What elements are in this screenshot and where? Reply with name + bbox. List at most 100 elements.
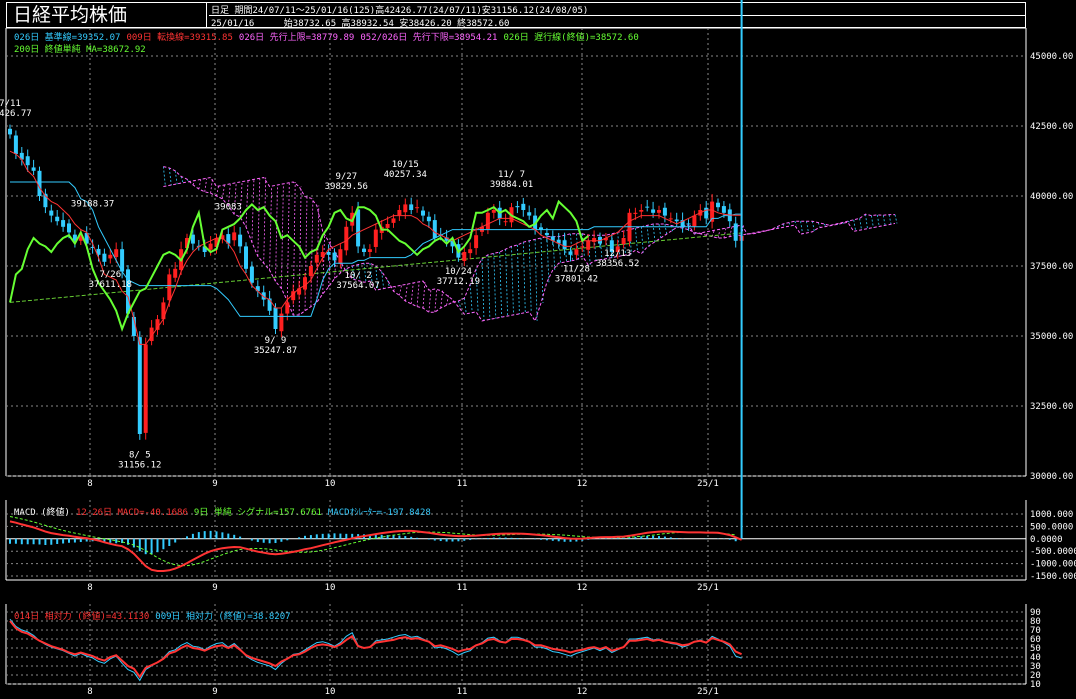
cloud-hatch [635, 228, 638, 251]
cloud-hatch [263, 177, 267, 264]
chart-canvas: 45000.00 42500.00 40000.00 37500.00 35000.00… [0, 0, 1076, 697]
macd-x-tick-label: 9 [212, 583, 217, 593]
candle-body [8, 128, 12, 135]
cloud-hatch [163, 166, 166, 187]
annotation-value: 39188.37 [71, 200, 114, 210]
cloud-hatch [540, 237, 544, 303]
main-x-tick-label: 9 [212, 479, 217, 489]
candle-body [31, 167, 36, 171]
candle-body [55, 216, 60, 222]
annotation-date: 10/24 [445, 267, 472, 277]
candle-body [586, 240, 591, 250]
cloud-hatch [517, 244, 520, 315]
rsi-x-tick-label: 9 [212, 687, 217, 697]
rsi-x-tick-label: 10 [325, 687, 336, 697]
cloud-hatch [658, 223, 662, 240]
annotation-date: 8/ 5 [129, 451, 151, 461]
cloud-hatch [458, 300, 461, 308]
annotation-value: 37712.19 [437, 277, 480, 287]
cloud-hatch [446, 295, 449, 306]
macd-y-tick-label: 500.0000 [1030, 522, 1073, 532]
cloud-hatch [410, 283, 414, 304]
main-y-tick-label: 45000.00 [1030, 52, 1073, 62]
main-y-tick-label: 37500.00 [1030, 262, 1073, 272]
candle-body [662, 207, 667, 216]
candle-body [102, 253, 107, 262]
candle-body [692, 215, 697, 227]
candle-body [326, 252, 331, 255]
cloud-hatch [717, 229, 721, 239]
candle-body [491, 210, 496, 213]
candle-body [639, 210, 644, 212]
macd-signal-line [9, 516, 736, 567]
cloud-hatch [646, 225, 650, 247]
candle-body [544, 232, 549, 236]
main-x-tick-label: 10 [325, 479, 336, 489]
annotation-value: 42426.77 [0, 109, 32, 119]
rsi-x-tick-label: 25/1 [697, 687, 719, 697]
cloud-hatch [788, 222, 792, 227]
candle-body [362, 248, 366, 252]
candle-body [716, 202, 720, 208]
annotation-value: 40257.34 [384, 170, 427, 180]
cloud-hatch [168, 167, 172, 186]
candle-body [432, 220, 437, 238]
cloud-hatch [257, 178, 261, 257]
candle-body [704, 207, 709, 219]
candle-body [208, 243, 213, 250]
cloud-hatch [853, 219, 857, 232]
candle-body [273, 307, 278, 329]
candle-body [668, 218, 673, 220]
annotation-value: 39083 [215, 203, 242, 213]
candle-body [421, 210, 425, 216]
main-y-tick-label: 40000.00 [1030, 192, 1073, 202]
cloud-hatch [404, 284, 408, 302]
candle-body [426, 216, 431, 222]
candle-body [108, 254, 113, 259]
candle-body [167, 274, 172, 301]
cloud-hatch [499, 251, 503, 318]
annotation-date: 7/11 [0, 99, 21, 109]
cloud-hatch [463, 298, 467, 315]
candle-body [391, 218, 396, 223]
main-y-tick-label: 32500.00 [1030, 402, 1073, 412]
cloud-hatch [522, 242, 526, 314]
annotation-value: 31156.12 [118, 461, 161, 471]
cloud-hatch [888, 214, 892, 225]
rsi-x-tick-label: 11 [457, 687, 468, 697]
rsi-series-line [9, 618, 742, 682]
cloud-hatch [269, 186, 272, 271]
annotation-date: 7/26 [99, 270, 121, 280]
cloud-hatch [222, 185, 225, 199]
rsi-x-tick-label: 12 [577, 687, 588, 697]
candle-body [415, 207, 420, 209]
main-x-tick-label: 25/1 [697, 479, 719, 489]
candle-body [468, 249, 473, 254]
cloud-hatch [865, 214, 868, 230]
candle-body [733, 223, 738, 241]
candle-body [143, 344, 148, 433]
candle-body [13, 135, 18, 154]
candle-body [367, 249, 372, 252]
candle-body [674, 219, 679, 222]
candle-body [657, 210, 661, 213]
candle-body [373, 229, 378, 247]
annotation-value: 39829.56 [325, 182, 368, 192]
macd-y-tick-label: 1000.000 [1030, 510, 1073, 520]
cloud-hatch [469, 284, 473, 314]
cloud-hatch [475, 268, 479, 312]
candle-body [25, 156, 30, 166]
cloud-hatch [871, 215, 874, 228]
cloud-hatch [434, 288, 438, 313]
macd-y-tick-label: -1500.000 [1030, 572, 1076, 582]
cloud-hatch [275, 185, 278, 282]
macd-x-tick-label: 25/1 [697, 583, 719, 593]
cloud-hatch [440, 290, 444, 309]
cloud-hatch [546, 236, 550, 283]
annotation-date: 9/ 9 [265, 336, 287, 346]
candle-body [568, 251, 573, 255]
main-y-tick-label: 42500.00 [1030, 122, 1073, 132]
candle-body [232, 232, 237, 241]
main-y-tick-label: 35000.00 [1030, 332, 1073, 342]
candle-body [126, 269, 130, 314]
